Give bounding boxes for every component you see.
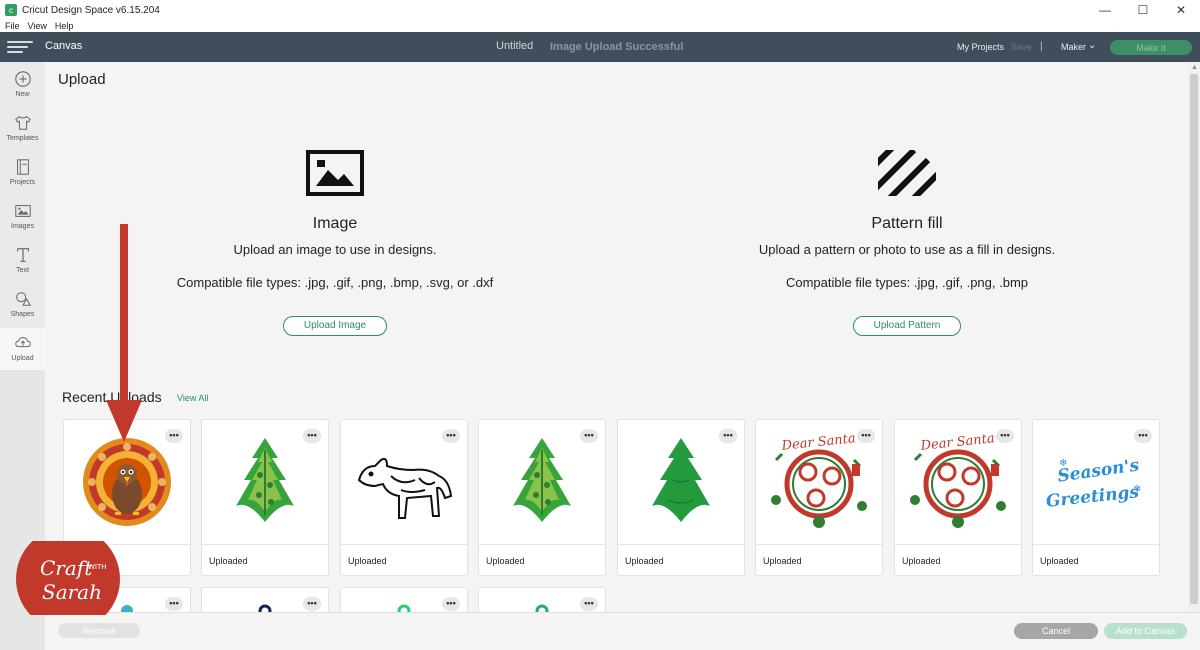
upload-pattern-button[interactable]: Upload Pattern — [852, 316, 962, 336]
upload-card[interactable]: Season's Greetings ❄ ❄ Uploaded ••• — [1032, 419, 1160, 576]
image-file-types: Compatible file types: .jpg, .gif, .png,… — [176, 275, 494, 290]
card-label: Uploaded — [209, 556, 248, 566]
sidebar-item-label: Shapes — [10, 311, 35, 318]
sidebar-item-upload[interactable]: Upload — [0, 328, 45, 372]
make-it-button[interactable]: Make It — [1110, 40, 1192, 55]
sidebar-item-label: New — [15, 91, 30, 98]
cricut-app-icon: c — [5, 4, 17, 16]
card-label: Uploaded — [625, 556, 664, 566]
more-options-icon[interactable]: ••• — [719, 429, 737, 443]
card-label: Uploaded — [763, 556, 802, 566]
card-label: Uploaded — [486, 556, 525, 566]
chevron-down-icon[interactable]: ⌄ — [1088, 40, 1096, 51]
svg-text:Craft: Craft — [40, 556, 93, 580]
upload-card[interactable]: Uploaded ••• — [201, 419, 329, 576]
sidebar-item-label: Images — [11, 223, 34, 230]
sidebar-item-projects[interactable]: Projects — [0, 152, 45, 196]
svg-text:Season's: Season's — [1056, 455, 1141, 486]
menu-file[interactable]: File — [5, 20, 20, 32]
page-title: Upload — [58, 71, 106, 88]
pattern-option-description: Upload a pattern or photo to use as a fi… — [758, 242, 1056, 257]
sidebar-item-new[interactable]: New — [0, 64, 45, 108]
card-label: Uploaded — [348, 556, 387, 566]
image-option-title: Image — [312, 215, 358, 232]
window-title: Cricut Design Space v6.15.204 — [22, 4, 160, 16]
upload-card[interactable]: Dear Santa Uploaded ••• — [894, 419, 1022, 576]
more-options-icon[interactable]: ••• — [442, 597, 460, 611]
tshirt-icon — [14, 116, 31, 130]
plus-circle-icon — [14, 71, 31, 87]
sidebar-item-images[interactable]: Images — [0, 196, 45, 240]
view-all-link[interactable]: View All — [177, 393, 208, 403]
vertical-scrollbar[interactable]: ▲ — [1188, 62, 1200, 612]
image-option-description: Upload an image to use in designs. — [233, 242, 437, 257]
more-options-icon[interactable]: ••• — [996, 429, 1014, 443]
sidebar-item-text[interactable]: Text — [0, 240, 45, 284]
cancel-button[interactable]: Cancel — [1014, 623, 1098, 639]
more-options-icon[interactable]: ••• — [580, 429, 598, 443]
svg-text:❄: ❄ — [1133, 484, 1141, 495]
window-controls: — ☐ ✕ — [1086, 0, 1200, 20]
upload-card[interactable]: Uploaded ••• — [340, 419, 468, 576]
sidebar-item-label: Projects — [9, 179, 36, 186]
menu-bar: File View Help — [0, 20, 1200, 32]
more-options-icon[interactable]: ••• — [857, 429, 875, 443]
cloud-upload-icon — [14, 337, 31, 348]
sidebar-item-label: Templates — [6, 135, 39, 142]
left-sidebar: New Templates Projects Images Text Shape… — [0, 62, 45, 372]
window-titlebar: c Cricut Design Space v6.15.204 — ☐ ✕ — [0, 0, 1200, 20]
minimize-button[interactable]: — — [1086, 0, 1124, 20]
maximize-button[interactable]: ☐ — [1124, 0, 1162, 20]
more-options-icon[interactable]: ••• — [165, 597, 183, 611]
more-options-icon[interactable]: ••• — [303, 429, 321, 443]
svg-text:Sarah: Sarah — [42, 580, 102, 604]
notebook-icon — [16, 159, 29, 175]
header-separator: | — [1040, 41, 1043, 52]
sidebar-item-label: Text — [16, 267, 29, 274]
card-label: Uploaded — [902, 556, 941, 566]
more-options-icon[interactable]: ••• — [442, 429, 460, 443]
app-header: Canvas Untitled Image Upload Successful … — [0, 32, 1200, 62]
menu-view[interactable]: View — [28, 20, 47, 32]
upload-image-button[interactable]: Upload Image — [282, 316, 388, 336]
image-icon — [14, 205, 31, 217]
svg-text:WITH: WITH — [88, 563, 107, 571]
svg-text:❄: ❄ — [1059, 458, 1067, 469]
craft-with-sarah-logo: Craft WITH Sarah — [16, 541, 120, 615]
upload-image-section: Image Upload an image to use in designs.… — [65, 150, 605, 336]
add-to-canvas-button[interactable]: Add to Canvas — [1104, 623, 1187, 639]
pattern-file-types: Compatible file types: .jpg, .gif, .png,… — [785, 275, 1029, 290]
remove-button[interactable]: Remove — [58, 623, 140, 638]
upload-status-message: Image Upload Successful — [550, 41, 684, 53]
project-title[interactable]: Untitled — [496, 40, 533, 52]
upload-card[interactable]: Dear Santa Uploaded ••• — [755, 419, 883, 576]
red-arrow-annotation — [106, 224, 142, 442]
pattern-option-title: Pattern fill — [871, 215, 943, 232]
my-projects-link[interactable]: My Projects — [957, 42, 1004, 52]
sidebar-item-label: Upload — [11, 355, 34, 362]
shapes-icon — [15, 292, 31, 306]
canvas-label: Canvas — [45, 40, 83, 52]
menu-help[interactable]: Help — [55, 20, 74, 32]
more-options-icon[interactable]: ••• — [1134, 429, 1152, 443]
hamburger-menu-icon[interactable] — [7, 41, 33, 53]
upload-pattern-section: Pattern fill Upload a pattern or photo t… — [637, 150, 1177, 336]
sidebar-item-templates[interactable]: Templates — [0, 108, 45, 152]
save-button[interactable]: Save — [1011, 42, 1032, 52]
more-options-icon[interactable]: ••• — [165, 429, 183, 443]
more-options-icon[interactable]: ••• — [580, 597, 598, 611]
machine-select[interactable]: Maker — [1061, 42, 1086, 52]
more-options-icon[interactable]: ••• — [303, 597, 321, 611]
upload-card[interactable]: Uploaded ••• — [478, 419, 606, 576]
upload-card[interactable]: Uploaded ••• — [617, 419, 745, 576]
scroll-up-icon[interactable]: ▲ — [1191, 64, 1198, 71]
card-label: Uploaded — [1040, 556, 1079, 566]
close-button[interactable]: ✕ — [1162, 0, 1200, 20]
image-upload-icon — [306, 150, 364, 196]
scrollbar-thumb[interactable] — [1190, 74, 1198, 604]
pattern-fill-icon — [878, 150, 936, 196]
text-icon — [16, 248, 29, 262]
sidebar-item-shapes[interactable]: Shapes — [0, 284, 45, 328]
